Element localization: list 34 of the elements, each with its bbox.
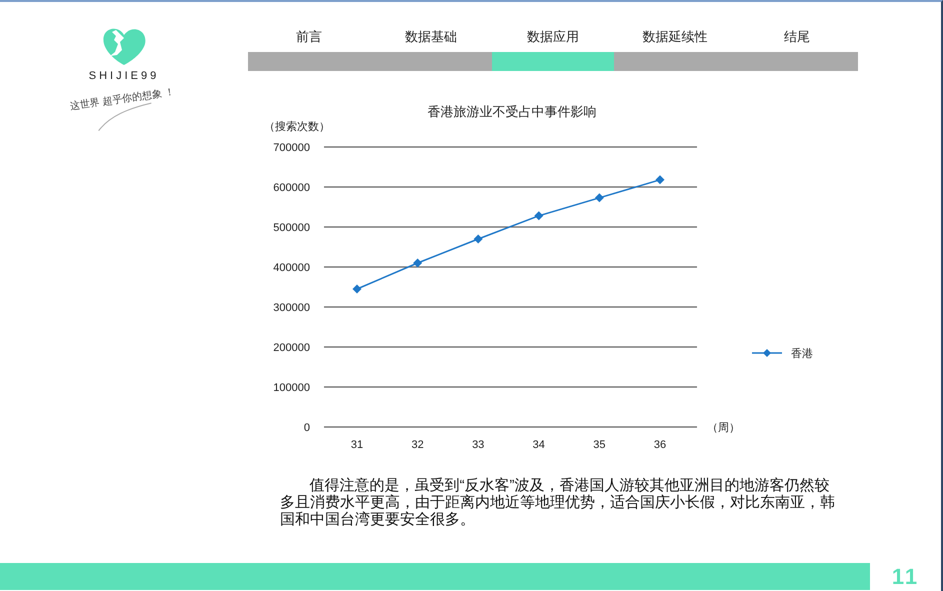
legend-marker-icon	[752, 349, 782, 357]
page-number: 11	[890, 563, 920, 590]
nav-tab[interactable]: 数据应用	[492, 28, 614, 71]
y-tick-label: 400000	[273, 262, 310, 274]
data-point	[352, 284, 362, 294]
data-point	[413, 258, 422, 268]
y-tick-label: 500000	[273, 222, 310, 234]
data-point	[656, 175, 664, 184]
x-axis-label: （周）	[707, 422, 740, 434]
slogan: 这世界 超乎你的想象 ！	[69, 86, 176, 114]
x-tick-label: 35	[593, 439, 606, 451]
legend-label: 香港	[791, 348, 813, 360]
data-point	[594, 193, 604, 202]
note-paragraph: 值得注意的是，虽受到“反水客”波及，香港国人游较其他亚洲目的地游客仍然较多且消费水平更高，由于距离内地近等地理优势，适合国庆小长假，对比东南亚，韩国和中国台湾更要安全很多。	[280, 478, 836, 529]
nav-tab[interactable]: 前言	[248, 28, 370, 71]
data-point	[474, 234, 483, 244]
x-tick-label: 33	[472, 439, 484, 451]
nav-tab[interactable]: 数据基础	[370, 28, 492, 71]
y-tick-label: 200000	[273, 342, 310, 354]
nav-tab[interactable]: 数据延续性	[614, 28, 736, 71]
y-tick-label: 600000	[273, 182, 310, 194]
chart-title: 香港旅游业不受占中事件影响	[428, 104, 596, 119]
brand-name: SHIJIE99	[88, 70, 160, 82]
y-tick-label: 0	[304, 422, 310, 434]
x-tick-label: 31	[350, 439, 364, 451]
x-tick-label: 32	[411, 439, 424, 451]
nav-tab[interactable]: 结尾	[736, 28, 858, 71]
y-tick-label: 300000	[273, 302, 310, 314]
y-tick-label: 700000	[273, 142, 310, 154]
x-tick-label: 34	[532, 439, 545, 451]
y-tick-label: 100000	[273, 382, 310, 394]
data-point	[534, 211, 544, 220]
x-tick-label: 36	[654, 439, 666, 451]
y-axis-label: （搜索次数）	[264, 121, 330, 133]
